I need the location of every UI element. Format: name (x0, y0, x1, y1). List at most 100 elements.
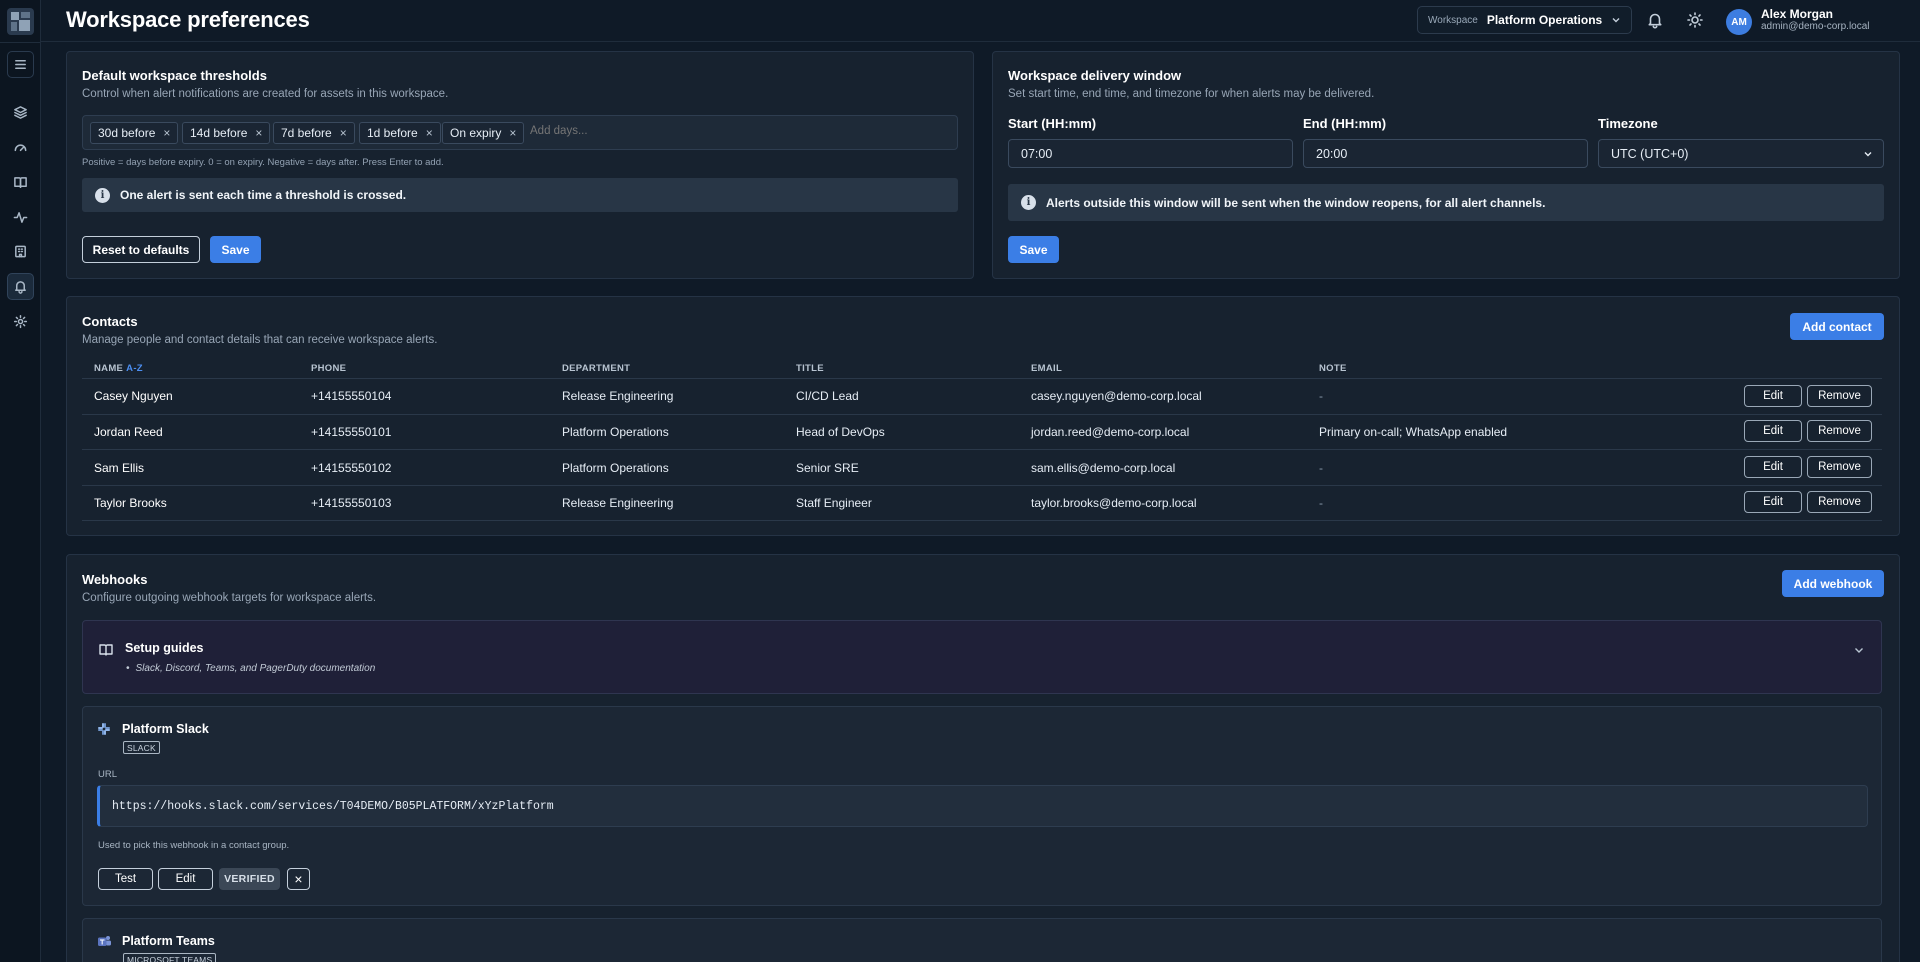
contact-email: sam.ellis@demo-corp.local (1031, 461, 1176, 475)
chip-label: 30d before (98, 126, 156, 140)
column-header-title: TITLE (796, 363, 824, 374)
edit-contact-button[interactable]: Edit (1744, 491, 1802, 513)
app-logo[interactable] (7, 8, 34, 35)
timezone-select[interactable]: UTC (UTC+0) (1598, 139, 1884, 168)
workspace-value: Platform Operations (1486, 13, 1603, 27)
contact-name: Sam Ellis (94, 461, 145, 475)
edit-contact-button[interactable]: Edit (1744, 456, 1802, 478)
contact-title: Staff Engineer (796, 496, 872, 510)
setup-guides-item-text: Slack, Discord, Teams, and PagerDuty doc… (135, 663, 376, 674)
column-header-name[interactable]: NAME A-Z (94, 363, 143, 374)
chip-remove-icon[interactable]: × (509, 126, 516, 140)
book-icon[interactable] (7, 169, 34, 196)
setup-guides-title: Setup guides (125, 641, 204, 655)
contact-department: Release Engineering (562, 496, 674, 510)
contacts-subtitle: Manage people and contact details that c… (82, 334, 438, 346)
edit-webhook-button[interactable]: Edit (158, 868, 213, 890)
timezone-label: Timezone (1598, 116, 1658, 131)
contact-department: Platform Operations (562, 461, 669, 475)
threshold-chip: 14d before × (182, 122, 271, 144)
delivery-info-box: i Alerts outside this window will be sen… (1008, 184, 1884, 221)
chip-remove-icon[interactable]: × (255, 126, 262, 140)
setup-guides-item: • Slack, Discord, Teams, and PagerDuty do… (126, 663, 376, 674)
remove-contact-button[interactable]: Remove (1807, 385, 1872, 407)
setup-guides-accordion[interactable]: Setup guides • Slack, Discord, Teams, and… (82, 620, 1882, 694)
threshold-chip: 1d before × (359, 122, 441, 144)
threshold-chip-input[interactable]: 30d before × 14d before × 7d before × 1d… (82, 115, 958, 150)
top-header: Workspace preferences Workspace Platform… (41, 0, 1920, 42)
remove-contact-button[interactable]: Remove (1807, 420, 1872, 442)
page-title: Workspace preferences (66, 7, 310, 32)
thresholds-subtitle: Control when alert notifications are cre… (82, 88, 449, 100)
teams-icon (98, 936, 111, 946)
sidebar (0, 0, 41, 962)
url-label: URL (98, 769, 118, 780)
close-icon[interactable]: × (287, 868, 310, 890)
test-webhook-button[interactable]: Test (98, 868, 153, 890)
contact-email: taylor.brooks@demo-corp.local (1031, 496, 1197, 510)
save-thresholds-button[interactable]: Save (210, 236, 261, 263)
webhook-type-badge: MICROSOFT TEAMS (123, 953, 217, 962)
delivery-info-text: Alerts outside this window will be sent … (1046, 195, 1546, 210)
layers-icon[interactable] (7, 99, 34, 126)
timezone-value: UTC (UTC+0) (1611, 146, 1689, 161)
column-header-phone: PHONE (311, 363, 347, 374)
chip-remove-icon[interactable]: × (426, 126, 433, 140)
chevron-down-icon[interactable] (1853, 644, 1865, 656)
contact-name: Casey Nguyen (94, 389, 173, 403)
threshold-hint: Positive = days before expiry. 0 = on ex… (82, 157, 444, 168)
webhook-name: Platform Teams (122, 934, 215, 948)
chip-label: 1d before (367, 126, 418, 140)
info-icon: i (95, 187, 110, 203)
chip-label: 14d before (190, 126, 248, 140)
menu-icon[interactable] (7, 51, 34, 78)
contact-email: jordan.reed@demo-corp.local (1031, 425, 1190, 439)
delivery-subtitle: Set start time, end time, and timezone f… (1008, 88, 1375, 100)
contact-phone: +14155550103 (311, 496, 392, 510)
add-webhook-button[interactable]: Add webhook (1782, 570, 1884, 597)
bell-icon[interactable] (7, 273, 34, 300)
contact-department: Platform Operations (562, 425, 669, 439)
add-contact-button[interactable]: Add contact (1790, 313, 1884, 340)
save-delivery-button[interactable]: Save (1008, 236, 1059, 263)
contact-email: casey.nguyen@demo-corp.local (1031, 389, 1202, 403)
info-icon: i (1021, 195, 1036, 210)
edit-contact-button[interactable]: Edit (1744, 385, 1802, 407)
contact-title: CI/CD Lead (796, 389, 859, 403)
notifications-bell-icon[interactable] (1646, 11, 1664, 29)
remove-contact-button[interactable]: Remove (1807, 491, 1872, 513)
building-icon[interactable] (7, 238, 34, 265)
chip-remove-icon[interactable]: × (340, 126, 347, 140)
contact-title: Head of DevOps (796, 425, 885, 439)
column-name-label: NAME (94, 363, 124, 374)
sort-indicator[interactable]: A-Z (126, 363, 143, 374)
threshold-info-text: One alert is sent each time a threshold … (120, 188, 407, 202)
user-email: admin@demo-corp.local (1761, 21, 1870, 32)
workspace-selector[interactable]: Workspace Platform Operations (1417, 6, 1632, 34)
verified-badge: VERIFIED (219, 868, 280, 890)
start-time-input[interactable]: 07:00 (1008, 139, 1293, 168)
avatar[interactable]: AM (1726, 9, 1752, 35)
chevron-down-icon (1864, 152, 1872, 157)
gear-icon[interactable] (7, 308, 34, 335)
add-days-input[interactable] (530, 125, 730, 137)
thresholds-title: Default workspace thresholds (82, 68, 267, 83)
contacts-title: Contacts (82, 314, 138, 329)
column-header-email: EMAIL (1031, 363, 1063, 374)
remove-contact-button[interactable]: Remove (1807, 456, 1872, 478)
chip-label: 7d before (281, 126, 332, 140)
contact-department: Release Engineering (562, 389, 674, 403)
contact-title: Senior SRE (796, 461, 859, 475)
user-name[interactable]: Alex Morgan (1761, 7, 1833, 21)
webhook-help-text: Used to pick this webhook in a contact g… (98, 840, 290, 851)
theme-sun-icon[interactable] (1686, 11, 1704, 29)
activity-icon[interactable] (7, 204, 34, 231)
chip-remove-icon[interactable]: × (163, 126, 170, 140)
contact-phone: +14155550102 (311, 461, 392, 475)
gauge-icon[interactable] (7, 134, 34, 161)
edit-contact-button[interactable]: Edit (1744, 420, 1802, 442)
webhook-url-field[interactable]: https://hooks.slack.com/services/T04DEMO… (97, 785, 1868, 827)
reset-defaults-button[interactable]: Reset to defaults (82, 236, 200, 263)
end-time-input[interactable]: 20:00 (1303, 139, 1588, 168)
contact-note: - (1319, 461, 1323, 475)
